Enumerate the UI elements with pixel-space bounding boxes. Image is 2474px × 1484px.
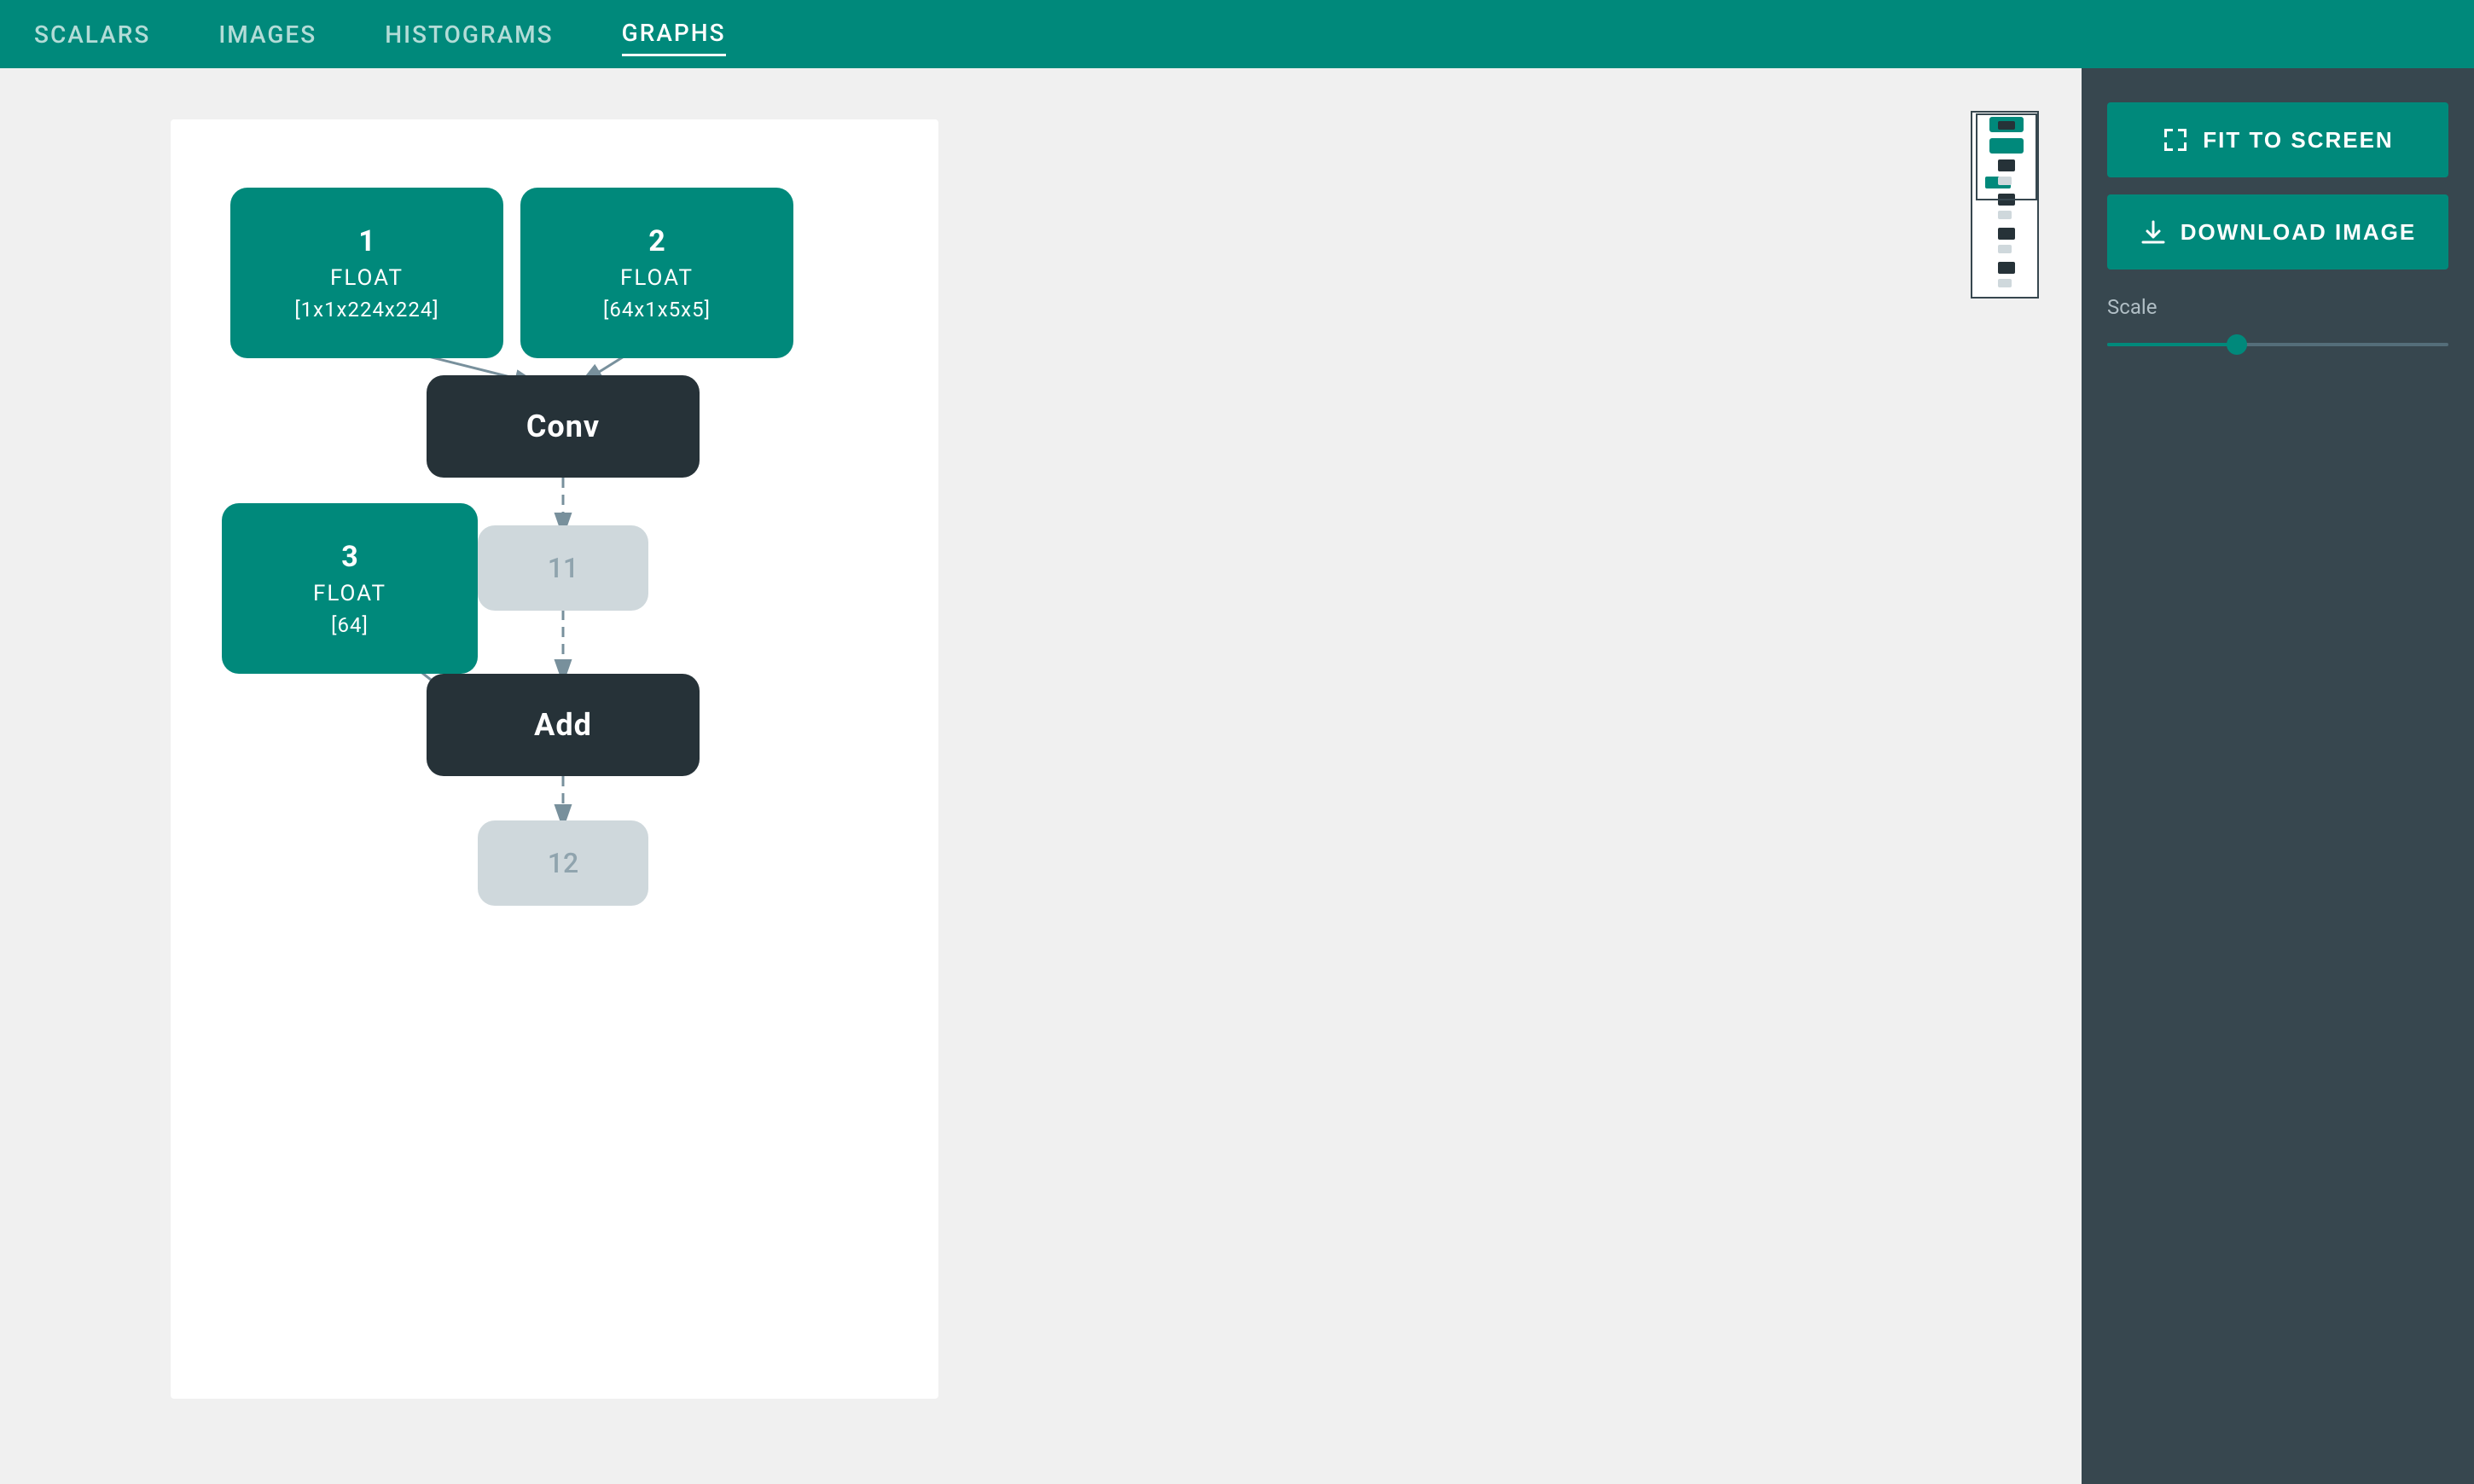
graph-canvas[interactable]: 1 FLOAT [1x1x224x224] 2 FLOAT [64x1x5x5]… — [0, 68, 2082, 1484]
node-11-label: 11 — [548, 552, 578, 584]
node-add-label: Add — [534, 707, 592, 743]
header: SCALARS IMAGES HISTOGRAMS GRAPHS — [0, 0, 2474, 68]
node-3-type: FLOAT — [313, 581, 386, 606]
node-12-label: 12 — [548, 847, 578, 879]
fit-screen-icon — [2162, 126, 2189, 154]
node-3-shape: [64] — [331, 613, 369, 637]
fit-to-screen-button[interactable]: FIT TO SCREEN — [2107, 102, 2448, 177]
node-1-type: FLOAT — [330, 265, 404, 291]
scale-label: Scale — [2107, 295, 2448, 319]
node-2-number: 2 — [648, 224, 665, 258]
node-11[interactable]: 11 — [478, 525, 648, 611]
scale-track-fill — [2107, 343, 2244, 346]
scale-section: Scale — [2107, 295, 2448, 353]
minimap[interactable] — [1971, 111, 2039, 299]
download-image-button[interactable]: DOWNLOAD IMAGE — [2107, 194, 2448, 270]
node-conv[interactable]: Conv — [427, 375, 700, 478]
minimap-svg — [1972, 113, 2039, 299]
node-conv-label: Conv — [526, 409, 600, 444]
node-2-shape: [64x1x5x5] — [603, 298, 711, 322]
main-layout: 1 FLOAT [1x1x224x224] 2 FLOAT [64x1x5x5]… — [0, 68, 2474, 1484]
download-image-label: DOWNLOAD IMAGE — [2181, 219, 2416, 246]
node-1[interactable]: 1 FLOAT [1x1x224x224] — [230, 188, 503, 358]
node-1-number: 1 — [358, 224, 375, 258]
node-add[interactable]: Add — [427, 674, 700, 776]
right-sidebar: FIT TO SCREEN DOWNLOAD IMAGE Scale — [2082, 68, 2474, 1484]
tab-graphs[interactable]: GRAPHS — [622, 12, 726, 56]
node-3[interactable]: 3 FLOAT [64] — [222, 503, 478, 674]
tab-histograms[interactable]: HISTOGRAMS — [385, 14, 553, 55]
scale-slider-container[interactable] — [2107, 336, 2448, 353]
graph-viewport[interactable]: 1 FLOAT [1x1x224x224] 2 FLOAT [64x1x5x5]… — [171, 119, 938, 1399]
tab-scalars[interactable]: SCALARS — [34, 14, 150, 55]
node-12[interactable]: 12 — [478, 820, 648, 906]
node-1-shape: [1x1x224x224] — [294, 298, 438, 322]
node-2-type: FLOAT — [620, 265, 694, 291]
node-3-number: 3 — [341, 540, 358, 574]
scale-thumb[interactable] — [2227, 334, 2247, 355]
fit-to-screen-label: FIT TO SCREEN — [2203, 127, 2393, 154]
tab-images[interactable]: IMAGES — [218, 14, 317, 55]
scale-track — [2107, 343, 2448, 346]
download-icon — [2140, 218, 2167, 246]
node-2[interactable]: 2 FLOAT [64x1x5x5] — [520, 188, 793, 358]
